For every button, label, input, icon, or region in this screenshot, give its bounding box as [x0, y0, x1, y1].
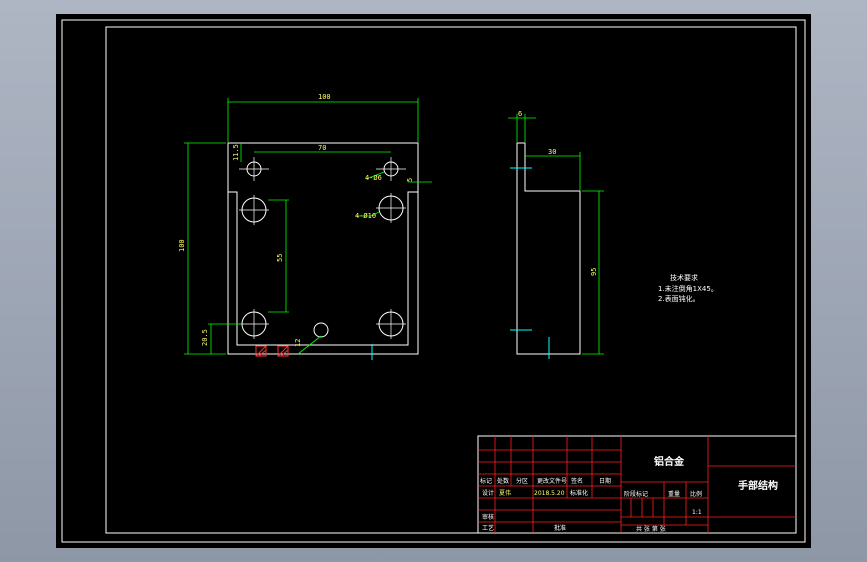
tb-design-date: 2018.5.20	[534, 490, 565, 497]
side-outline	[516, 142, 581, 355]
tb-row-label-5: 日期	[599, 477, 611, 485]
notes-line-1: 1.未注倒角1X45。	[658, 284, 718, 293]
hole-center-bottom	[313, 322, 329, 338]
notes-heading: 技术要求	[670, 273, 698, 282]
center-crosses	[239, 157, 406, 339]
side-marks	[510, 167, 550, 359]
dim-height: 100	[178, 239, 186, 252]
tb-row-label-4: 签名	[571, 477, 583, 485]
tb-designer-label: 设计	[482, 489, 494, 497]
tb-process-label: 工艺	[482, 524, 494, 532]
technical-notes: 技术要求 1.未注倒角1X45。 2.表面钝化。	[658, 273, 718, 303]
dim-top-offset: 11.5	[232, 144, 240, 161]
tb-row-label-2: 分区	[516, 477, 528, 485]
tb-scale-value: 1:1	[692, 509, 702, 516]
dim-hole-spacing-h: 70	[318, 144, 326, 152]
front-dimensions	[184, 98, 432, 355]
dim-side-height: 95	[590, 268, 598, 276]
dim-bottom-offset: 20.5	[201, 329, 209, 346]
notes-line-2: 2.表面钝化。	[658, 294, 700, 303]
tb-review-label: 审核	[482, 513, 494, 521]
dim-side-flange: 30	[548, 148, 556, 156]
dim-width-top: 100	[318, 93, 331, 101]
side-view: 6 30 95	[508, 110, 604, 359]
tb-scale-label: 比例	[690, 490, 702, 498]
front-inner-slot	[228, 191, 418, 346]
front-view: 100 70 100 55 11.5 20.5 4-Ø6 4-Ø10 5 12	[178, 93, 432, 360]
holes	[241, 161, 404, 338]
cad-drawing-area: 100 70 100 55 11.5 20.5 4-Ø6 4-Ø10 5 12 …	[56, 14, 811, 548]
tb-weight-label: 重量	[668, 490, 680, 498]
dim-hole-small: 4-Ø6	[365, 174, 382, 182]
drawing-svg: 100 70 100 55 11.5 20.5 4-Ø6 4-Ø10 5 12 …	[61, 19, 806, 543]
dim-hole-large: 4-Ø10	[355, 212, 376, 220]
tb-designer-name: 夏伟	[499, 489, 511, 497]
dim-right-offset: 5	[406, 178, 414, 182]
tb-row-label-1: 处数	[497, 477, 509, 485]
tb-part-name: 手部结构	[738, 479, 778, 492]
dim-bottom-small: 12	[294, 339, 302, 347]
tb-standard-label: 标准化	[570, 489, 588, 497]
tb-material: 铝合金	[654, 455, 685, 468]
dim-side-thickness: 6	[518, 110, 522, 118]
tb-row-label-3: 更改文件号	[537, 477, 567, 485]
tb-row-label-0: 标记	[480, 477, 492, 485]
tb-approve-label: 批准	[554, 524, 566, 532]
dim-hole-spacing-v: 55	[276, 254, 284, 262]
title-block: 铝合金 手部结构 标记 处数 分区 更改文件号 签名 日期 设计 夏伟 2018…	[477, 435, 797, 534]
tb-stage-label: 阶段标记	[624, 490, 648, 498]
front-outline	[227, 142, 419, 355]
tb-sheet-info: 共 张 第 张	[636, 525, 666, 533]
